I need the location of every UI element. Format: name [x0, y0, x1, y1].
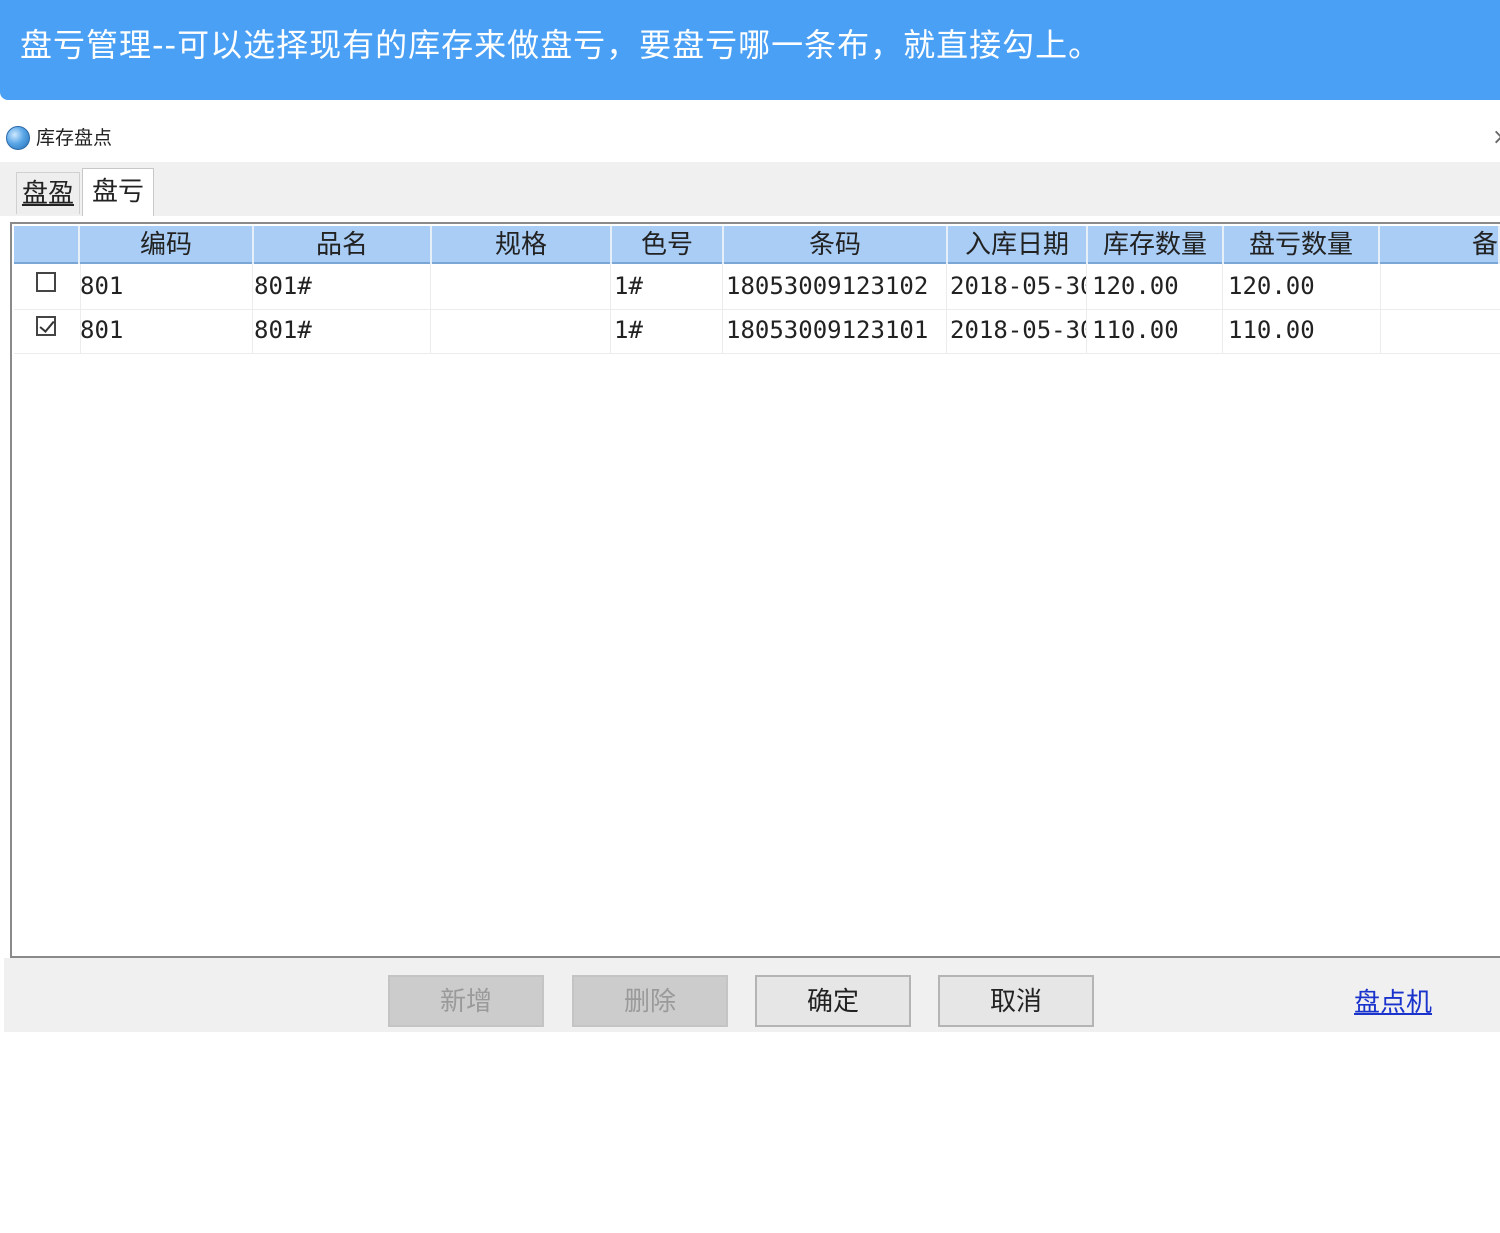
tab-strip	[0, 162, 1500, 216]
cell-remark[interactable]	[1384, 264, 1500, 308]
tab-loss[interactable]: 盘亏	[82, 168, 154, 216]
tab-loss-label: 盘亏	[91, 177, 144, 207]
cancel-button[interactable]: 取消	[938, 975, 1094, 1027]
instruction-banner: 盘亏管理--可以选择现有的库存来做盘亏，要盘亏哪一条布，就直接勾上。	[0, 0, 1500, 100]
window-title-bar	[0, 112, 1500, 160]
cell-code: 801	[80, 316, 124, 344]
cell-color-no: 1#	[614, 272, 643, 300]
cell-code: 801	[80, 272, 124, 300]
window-title: 库存盘点	[36, 127, 113, 149]
cell-loss-qty[interactable]: 110.00	[1228, 308, 1378, 352]
confirm-button[interactable]: 确定	[755, 975, 911, 1027]
cell-barcode: 18053009123101	[726, 316, 929, 344]
close-icon[interactable]: ×	[1492, 124, 1500, 152]
inventory-device-link[interactable]: 盘点机	[1354, 985, 1432, 1021]
row-checkbox[interactable]	[36, 272, 56, 292]
column-header-select[interactable]	[14, 226, 80, 264]
cell-spec	[432, 308, 608, 352]
cell-barcode: 18053009123102	[726, 272, 929, 300]
cell-stock-qty: 120.00	[1092, 272, 1179, 300]
cell-name: 801#	[254, 272, 312, 300]
tab-surplus[interactable]: 盘盈	[16, 172, 80, 214]
cell-stock-qty: 110.00	[1092, 316, 1179, 344]
cell-in-date: 2018-05-30	[950, 316, 1086, 344]
column-header-barcode[interactable]: 条码	[724, 226, 948, 264]
column-header-spec[interactable]: 规格	[432, 226, 612, 264]
cell-loss-qty[interactable]: 120.00	[1228, 264, 1378, 308]
add-button[interactable]: 新增	[388, 975, 544, 1027]
column-header-loss-qty[interactable]: 盘亏数量	[1224, 226, 1380, 264]
row-divider	[14, 353, 1500, 354]
cell-spec	[432, 264, 608, 308]
cell-name: 801#	[254, 316, 312, 344]
column-header-name[interactable]: 品名	[254, 226, 432, 264]
column-header-color-no[interactable]: 色号	[612, 226, 724, 264]
column-header-code[interactable]: 编码	[80, 226, 254, 264]
column-header-in-date[interactable]: 入库日期	[948, 226, 1088, 264]
column-header-remark[interactable]: 备	[1380, 226, 1500, 264]
column-header-stock-qty[interactable]: 库存数量	[1088, 226, 1224, 264]
cell-in-date: 2018-05-30	[950, 272, 1086, 300]
tab-surplus-label: 盘盈	[21, 179, 74, 209]
globe-icon	[6, 126, 30, 150]
delete-button[interactable]: 删除	[572, 975, 728, 1027]
footer-bar	[4, 958, 1500, 1032]
cell-color-no: 1#	[614, 316, 643, 344]
cell-remark[interactable]	[1384, 308, 1500, 352]
row-checkbox[interactable]	[36, 316, 56, 336]
